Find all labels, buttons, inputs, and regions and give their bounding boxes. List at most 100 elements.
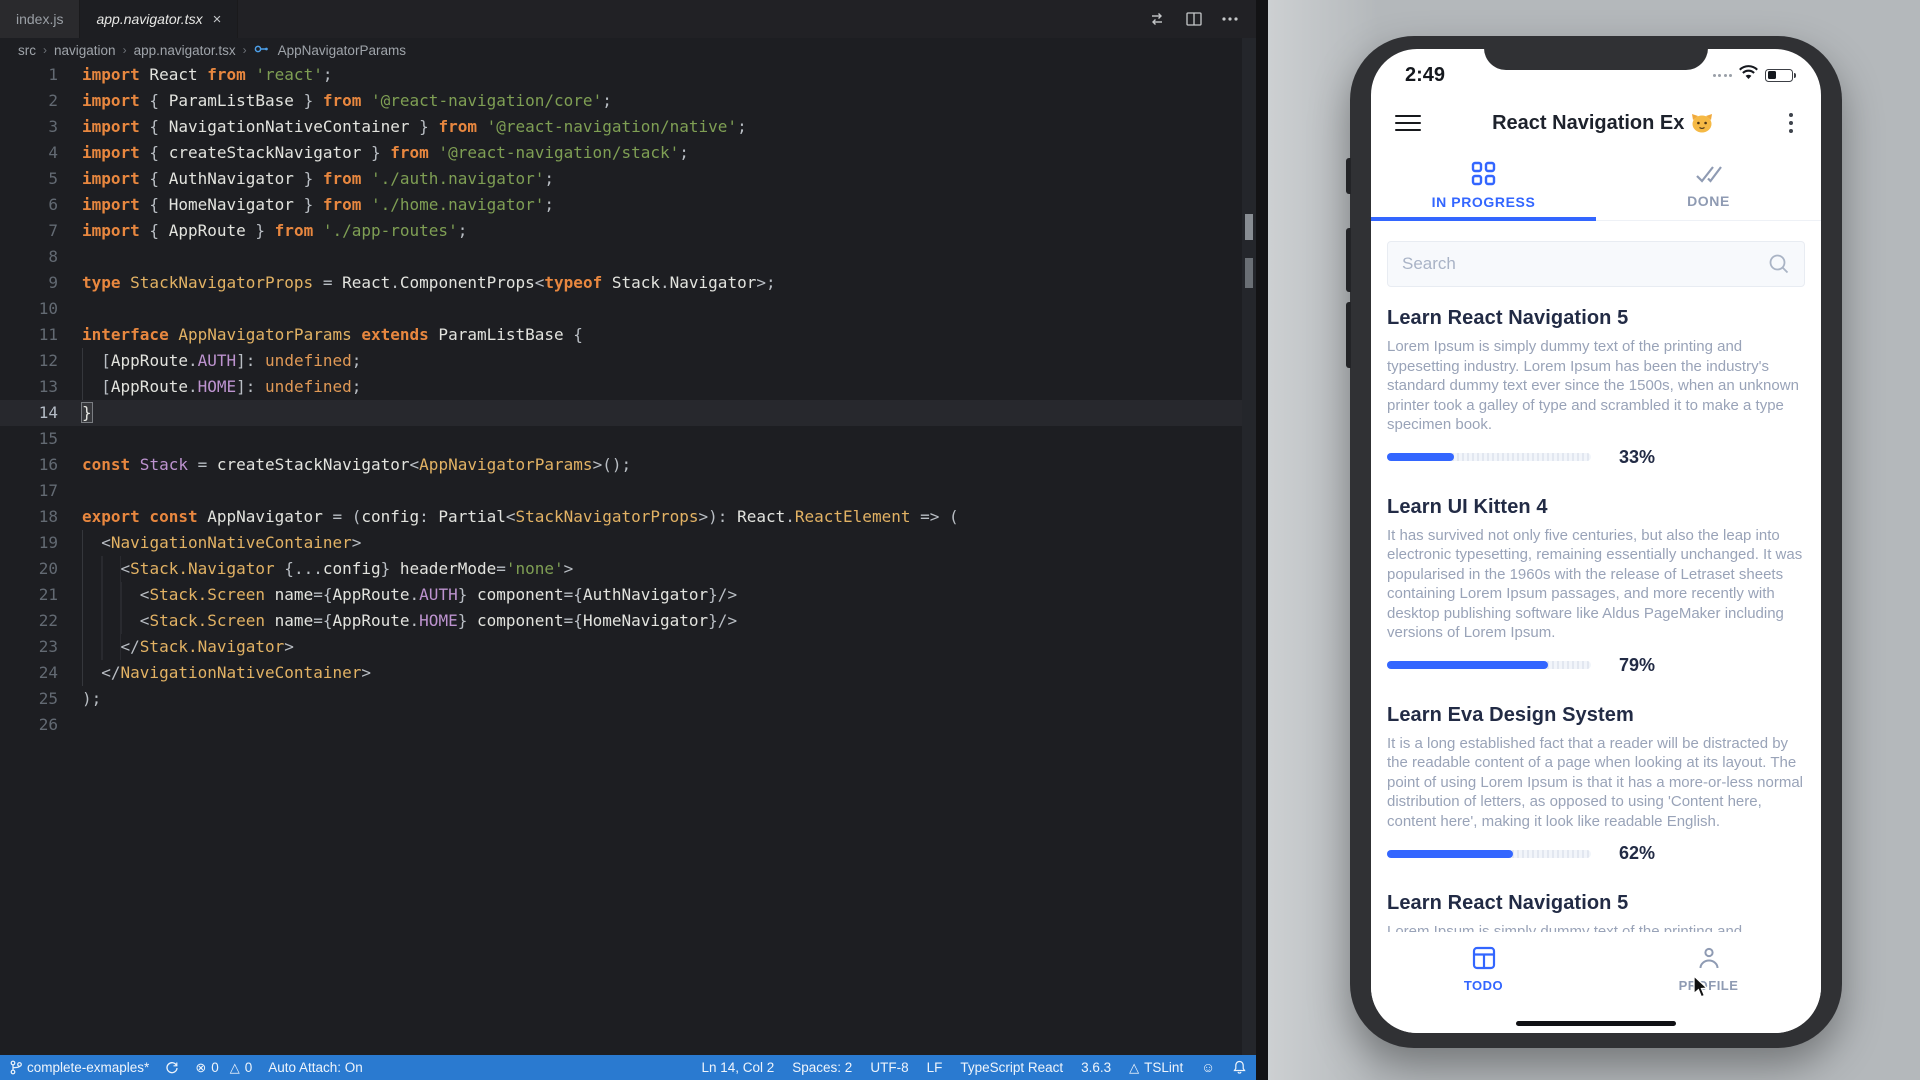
code-line[interactable]: 22<Stack.Screen name={AppRoute.HOME} com…: [0, 608, 1242, 634]
tslint-status[interactable]: △ TSLint: [1129, 1060, 1183, 1075]
app-header: React Navigation Ex: [1371, 95, 1821, 151]
git-branch-indicator[interactable]: complete-exmaples*: [10, 1060, 149, 1075]
task-description: It is a long established fact that a rea…: [1387, 734, 1805, 832]
code-line[interactable]: 16const Stack = createStackNavigator<App…: [0, 452, 1242, 478]
line-number: 15: [0, 426, 58, 452]
code-line[interactable]: 26: [0, 712, 1242, 738]
clock: 2:49: [1405, 64, 1445, 87]
chevron-right-icon: ›: [123, 43, 127, 57]
overview-ruler-mark: [1245, 258, 1253, 288]
sync-indicator[interactable]: [165, 1061, 179, 1075]
home-indicator[interactable]: [1516, 1021, 1676, 1027]
person-icon: [1696, 945, 1722, 971]
code-line[interactable]: 24</NavigationNativeContainer>: [0, 660, 1242, 686]
grid-icon: [1471, 161, 1496, 186]
indentation[interactable]: Spaces: 2: [792, 1060, 852, 1075]
code-line[interactable]: 4import { createStackNavigator } from '@…: [0, 140, 1242, 166]
code-line[interactable]: 15: [0, 426, 1242, 452]
code-line[interactable]: 9type StackNavigatorProps = React.Compon…: [0, 270, 1242, 296]
breadcrumb-item[interactable]: AppNavigatorParams: [278, 43, 406, 58]
warning-icon: △: [1129, 1061, 1139, 1074]
auto-attach-indicator[interactable]: Auto Attach: On: [268, 1060, 363, 1075]
code-line[interactable]: 3import { NavigationNativeContainer } fr…: [0, 114, 1242, 140]
open-changes-icon[interactable]: [1148, 11, 1166, 27]
task-title: Learn React Navigation 5: [1387, 892, 1805, 915]
progress-label: 33%: [1619, 447, 1655, 468]
task-card[interactable]: Learn Eva Design System It is a long esta…: [1387, 688, 1805, 877]
split-editor-icon[interactable]: [1186, 12, 1202, 26]
line-number: 24: [0, 660, 58, 686]
code-line[interactable]: 23</Stack.Navigator>: [0, 634, 1242, 660]
bottom-tab-bar: TODO PROFILE: [1371, 932, 1821, 1033]
cursor-position[interactable]: Ln 14, Col 2: [701, 1060, 774, 1075]
code-line[interactable]: 7import { AppRoute } from './app-routes'…: [0, 218, 1242, 244]
code-line[interactable]: 25);: [0, 686, 1242, 712]
more-actions-icon[interactable]: [1222, 17, 1238, 21]
progress-fill: [1387, 453, 1454, 461]
line-number: 6: [0, 192, 58, 218]
code-line[interactable]: 1import React from 'react';: [0, 62, 1242, 88]
feedback-smiley-icon[interactable]: ☺: [1201, 1060, 1215, 1075]
task-title: Learn Eva Design System: [1387, 704, 1805, 727]
breadcrumb-item[interactable]: app.navigator.tsx: [134, 43, 236, 58]
code-line[interactable]: 21<Stack.Screen name={AppRoute.AUTH} com…: [0, 582, 1242, 608]
code-line[interactable]: 17: [0, 478, 1242, 504]
notifications-bell-icon[interactable]: [1233, 1060, 1246, 1075]
search-input[interactable]: Search: [1387, 241, 1805, 287]
progress-label: 79%: [1619, 655, 1655, 676]
code-line[interactable]: 18export const AppNavigator = (config: P…: [0, 504, 1242, 530]
editor-tab-bar: index.js app.navigator.tsx ×: [0, 0, 1256, 38]
editor-scrollbar[interactable]: [1242, 38, 1256, 1055]
code-line[interactable]: 20<Stack.Navigator {...config} headerMod…: [0, 556, 1242, 582]
code-line[interactable]: 10: [0, 296, 1242, 322]
close-tab-icon[interactable]: ×: [213, 11, 222, 28]
progress-bar: [1387, 661, 1591, 669]
typescript-version[interactable]: 3.6.3: [1081, 1060, 1111, 1075]
top-tab-bar: IN PROGRESS DONE: [1371, 151, 1821, 221]
code-line[interactable]: 11interface AppNavigatorParams extends P…: [0, 322, 1242, 348]
tab-in-progress[interactable]: IN PROGRESS: [1371, 151, 1596, 220]
encoding[interactable]: UTF-8: [870, 1060, 908, 1075]
line-number: 12: [0, 348, 58, 374]
menu-icon[interactable]: [1395, 115, 1421, 132]
tab-app-navigator-tsx[interactable]: app.navigator.tsx ×: [80, 0, 238, 38]
code-line[interactable]: 13[AppRoute.HOME]: undefined;: [0, 374, 1242, 400]
code-line[interactable]: 12[AppRoute.AUTH]: undefined;: [0, 348, 1242, 374]
task-card[interactable]: Learn React Navigation 5 Lorem Ipsum is s…: [1387, 291, 1805, 480]
code-line[interactable]: 5import { AuthNavigator } from './auth.n…: [0, 166, 1242, 192]
overflow-menu-icon[interactable]: [1785, 109, 1798, 138]
code-line[interactable]: 6import { HomeNavigator } from './home.n…: [0, 192, 1242, 218]
line-number: 2: [0, 88, 58, 114]
task-title: Learn React Navigation 5: [1387, 307, 1805, 330]
tab-index-js[interactable]: index.js: [0, 0, 80, 38]
code-line[interactable]: 19<NavigationNativeContainer>: [0, 530, 1242, 556]
mute-switch: [1346, 158, 1351, 194]
cat-emoji-icon: [1691, 113, 1713, 133]
git-branch-icon: [10, 1060, 22, 1075]
code-line[interactable]: 2import { ParamListBase } from '@react-n…: [0, 88, 1242, 114]
eol-sequence[interactable]: LF: [927, 1060, 943, 1075]
bottom-tab-todo[interactable]: TODO: [1371, 932, 1596, 1033]
line-number: 26: [0, 712, 58, 738]
sync-icon: [165, 1061, 179, 1075]
chevron-right-icon: ›: [43, 43, 47, 57]
code-line[interactable]: 8: [0, 244, 1242, 270]
line-number: 10: [0, 296, 58, 322]
breadcrumb-item[interactable]: src: [18, 43, 36, 58]
task-card[interactable]: Learn UI Kitten 4It has survived not onl…: [1387, 480, 1805, 688]
code-line[interactable]: 14}: [0, 400, 1242, 426]
cellular-signal-icon: [1713, 74, 1733, 77]
task-description: Lorem Ipsum is simply dummy text of the …: [1387, 337, 1805, 435]
wifi-icon: [1738, 65, 1759, 85]
tab-label: index.js: [16, 11, 63, 27]
task-title: Learn UI Kitten 4: [1387, 496, 1805, 519]
code-area[interactable]: 1import React from 'react';2import { Par…: [0, 62, 1242, 738]
breadcrumb-item[interactable]: navigation: [54, 43, 116, 58]
search-placeholder: Search: [1402, 254, 1456, 274]
problems-indicator[interactable]: ⊗ 0 △ 0: [195, 1060, 252, 1075]
app-title: React Navigation Ex: [1421, 112, 1785, 135]
tab-done[interactable]: DONE: [1596, 151, 1821, 220]
language-mode[interactable]: TypeScript React: [960, 1060, 1063, 1075]
battery-icon: [1765, 69, 1793, 82]
task-list[interactable]: Learn React Navigation 5 Lorem Ipsum is s…: [1371, 287, 1821, 1033]
